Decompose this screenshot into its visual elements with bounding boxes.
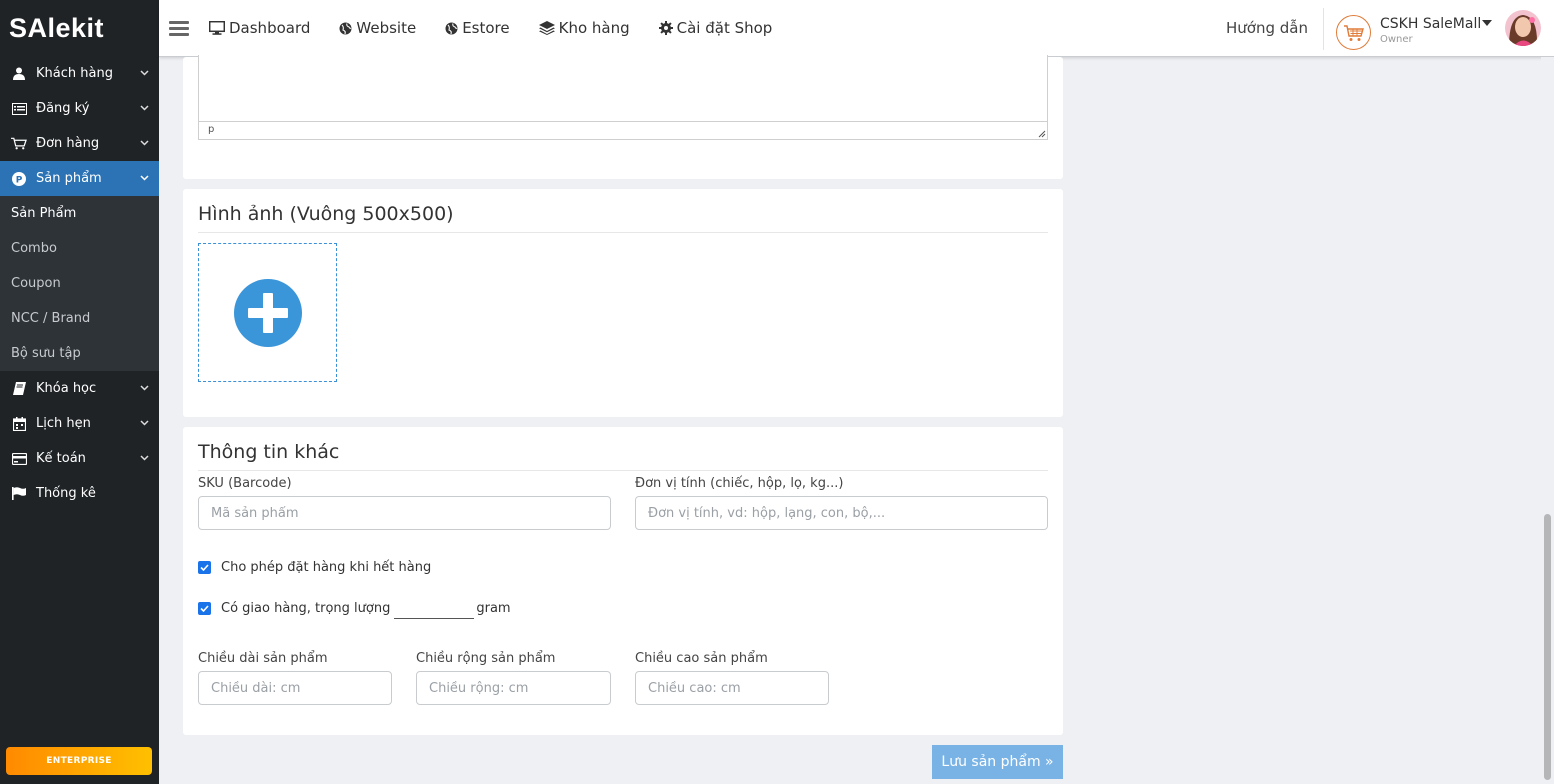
hamburger-menu-icon[interactable] [169,18,189,39]
top-navbar: Dashboard Website Estore Kho hàng Cài đặ… [159,0,1554,57]
shop-name[interactable]: CSKH SaleMall [1380,16,1481,32]
height-label: Chiều cao sản phẩm [635,651,768,666]
topnav-cai-dat-shop[interactable]: Cài đặt Shop [658,19,773,37]
product-p-icon: P [11,171,27,187]
shipping-checkbox[interactable] [198,601,211,615]
gear-icon [658,21,673,35]
image-upload-dropzone[interactable] [198,243,337,382]
description-editor[interactable]: p [198,55,1048,140]
sidebar-item-label: Khách hàng [36,66,113,81]
cart-icon [11,136,27,152]
weight-unit-label: gram [476,600,511,616]
sidebar-item-lich-hen[interactable]: Lịch hẹn [0,406,159,441]
user-icon [11,66,27,82]
sku-label: SKU (Barcode) [198,476,292,491]
topnav-estore[interactable]: Estore [445,19,510,37]
plus-circle-icon [233,278,302,347]
salekit-logo[interactable]: SAlekit [0,0,159,56]
topnav-label: Cài đặt Shop [676,19,773,37]
avatar[interactable] [1505,10,1541,46]
sidebar-item-san-pham[interactable]: P Sản phẩm [0,161,159,196]
chevron-down-icon [140,173,149,184]
globe-icon [339,22,352,35]
caret-down-icon[interactable] [1482,20,1492,26]
topnav-label: Website [356,19,417,37]
sidebar-item-label: Kế toán [36,451,86,466]
chevron-down-icon [140,103,149,114]
save-product-button[interactable]: Lưu sản phẩm » [932,745,1063,779]
sidebar-item-label: Khóa học [36,381,97,396]
page-scrollbar-thumb[interactable] [1544,514,1551,780]
sidebar-item-khoa-hoc[interactable]: Khóa học [0,371,159,406]
top-nav: Dashboard Website Estore Kho hàng Cài đặ… [209,0,801,56]
svg-text:P: P [16,175,23,185]
topnav-kho-hang[interactable]: Kho hàng [538,19,630,37]
sidebar-item-label: Sản phẩm [36,171,102,186]
length-label: Chiều dài sản phẩm [198,651,328,666]
length-input[interactable] [198,671,392,705]
sidebar-item-don-hang[interactable]: Đơn hàng [0,126,159,161]
allow-backorder-label: Cho phép đặt hàng khi hết hàng [221,560,432,575]
submenu-item-ncc-brand[interactable]: NCC / Brand [0,301,159,336]
sidebar-item-label: Thống kê [36,486,96,501]
chevron-down-icon [140,418,149,429]
chevron-down-icon [140,453,149,464]
images-card: Hình ảnh (Vuông 500x500) [183,189,1063,417]
product-submenu: Sản Phẩm Combo Coupon NCC / Brand Bộ sưu… [0,196,159,371]
shop-role: Owner [1380,34,1413,45]
allow-backorder-row: Cho phép đặt hàng khi hết hàng [198,560,431,575]
submenu-item-san-pham[interactable]: Sản Phẩm [0,196,159,231]
globe-icon [445,22,458,35]
sidebar-item-label: Đăng ký [36,101,90,116]
topbar-divider [1323,8,1324,50]
enterprise-plan-badge[interactable]: ENTERPRISE [6,747,152,775]
sidebar-item-label: Đơn hàng [36,136,100,151]
guide-link[interactable]: Hướng dẫn [1226,19,1308,37]
sidebar: SAlekit Khách hàng Đăng ký Đơn hàng P Sả… [0,0,159,784]
unit-label: Đơn vị tính (chiếc, hộp, lọ, kg...) [635,476,844,491]
credit-card-icon [11,451,27,467]
shipping-label: Có giao hàng, trọng lượng [221,600,391,616]
section-divider [198,470,1048,471]
allow-backorder-checkbox[interactable] [198,561,211,574]
stack-icon [538,21,555,35]
calendar-icon [11,416,27,432]
other-info-title: Thông tin khác [198,441,340,463]
submenu-item-combo[interactable]: Combo [0,231,159,266]
width-input[interactable] [416,671,611,705]
topnav-label: Kho hàng [558,19,630,37]
resize-handle-icon[interactable] [1037,129,1046,138]
height-input[interactable] [635,671,829,705]
submenu-item-coupon[interactable]: Coupon [0,266,159,301]
images-section-title: Hình ảnh (Vuông 500x500) [198,203,454,225]
width-label: Chiều rộng sản phẩm [416,651,556,666]
description-card: p [183,55,1063,179]
editor-status-path: p [199,121,1047,139]
section-divider [198,232,1048,233]
chevron-down-icon [140,68,149,79]
sidebar-item-khach-hang[interactable]: Khách hàng [0,56,159,91]
shipping-row: Có giao hàng, trọng lượng gram [198,597,511,619]
shopping-cart-logo-icon [1343,24,1364,41]
topnav-label: Estore [462,19,510,37]
chevron-down-icon [140,383,149,394]
submenu-item-bo-suu-tap[interactable]: Bộ sưu tập [0,336,159,371]
monitor-icon [209,21,225,35]
topnav-website[interactable]: Website [339,19,416,37]
sidebar-item-label: Lịch hẹn [36,416,91,431]
sidebar-item-thong-ke[interactable]: Thống kê [0,476,159,511]
sku-input[interactable] [198,496,611,530]
book-icon [11,381,27,397]
flag-icon [11,486,27,502]
weight-input[interactable] [394,597,475,619]
sidebar-item-ke-toan[interactable]: Kế toán [0,441,159,476]
topnav-label: Dashboard [229,19,311,37]
topnav-dashboard[interactable]: Dashboard [209,19,310,37]
list-icon [11,101,27,117]
other-info-card: Thông tin khác SKU (Barcode) Đơn vị tính… [183,427,1063,735]
sidebar-item-dang-ky[interactable]: Đăng ký [0,91,159,126]
unit-input[interactable] [635,496,1048,530]
chevron-down-icon [140,138,149,149]
shop-logo [1336,15,1371,50]
